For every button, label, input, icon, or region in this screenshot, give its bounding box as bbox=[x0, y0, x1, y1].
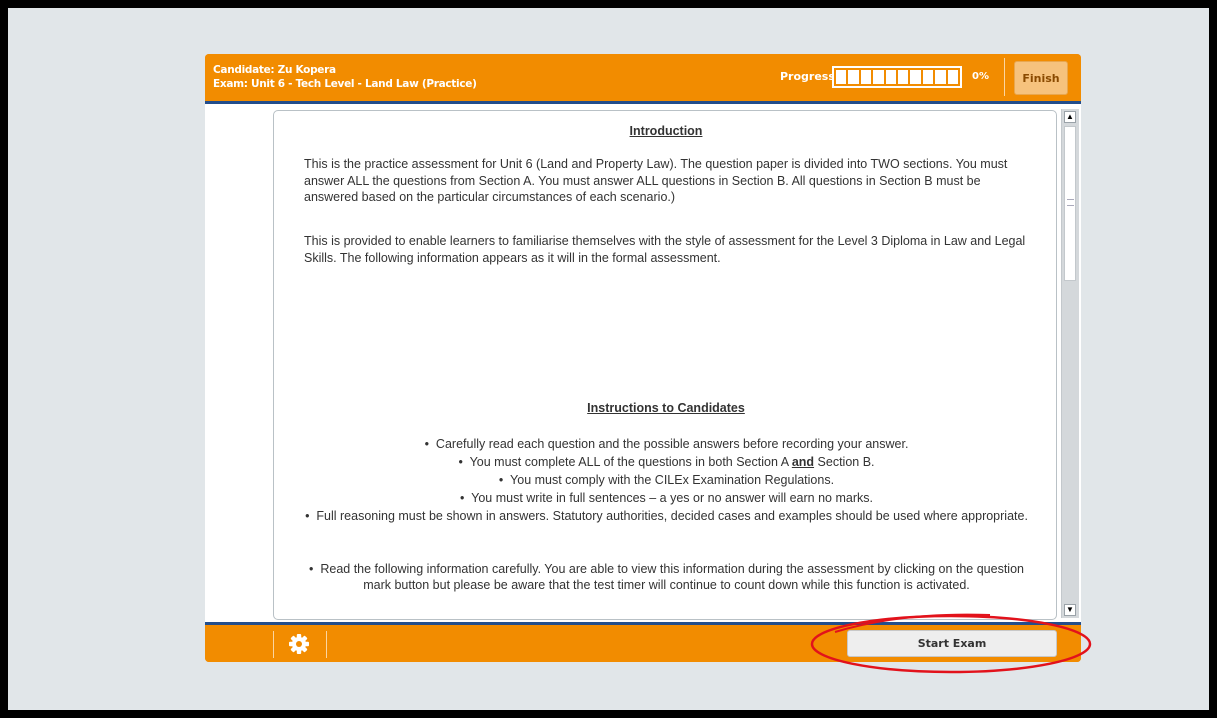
start-exam-button[interactable]: Start Exam bbox=[847, 630, 1057, 657]
settings-button[interactable] bbox=[287, 632, 311, 656]
scroll-up-arrow-icon[interactable]: ▲ bbox=[1064, 111, 1076, 123]
instruction-text: Full reasoning must be shown in answers.… bbox=[316, 509, 1028, 523]
instruction-item: • Carefully read each question and the p… bbox=[304, 436, 1029, 452]
exam-title: Exam: Unit 6 - Tech Level - Land Law (Pr… bbox=[213, 78, 477, 90]
exam-header: Candidate: Zu Kopera Exam: Unit 6 - Tech… bbox=[205, 54, 1081, 104]
exam-window: Candidate: Zu Kopera Exam: Unit 6 - Tech… bbox=[205, 54, 1081, 662]
instruction-item: • Full reasoning must be shown in answer… bbox=[304, 508, 1029, 524]
instruction-text: You must complete ALL of the questions i… bbox=[469, 455, 792, 469]
content-area: Introduction This is the practice assess… bbox=[205, 104, 1081, 622]
instruction-item: • You must write in full sentences – a y… bbox=[304, 490, 1029, 506]
instruction-item: • You must comply with the CILEx Examina… bbox=[304, 472, 1029, 488]
progress-percent: 0% bbox=[972, 71, 989, 82]
progress-bar bbox=[832, 66, 962, 88]
introduction-heading: Introduction bbox=[629, 124, 703, 138]
scrollbar-thumb[interactable] bbox=[1064, 126, 1076, 281]
instructions-heading: Instructions to Candidates bbox=[587, 401, 745, 415]
instruction-item: • Read the following information careful… bbox=[304, 561, 1029, 593]
scroll-down-arrow-icon[interactable]: ▼ bbox=[1064, 604, 1076, 616]
candidate-name: Candidate: Zu Kopera bbox=[213, 64, 336, 76]
intro-paragraph: This is provided to enable learners to f… bbox=[304, 234, 1026, 265]
bullet-marker: • bbox=[424, 437, 429, 451]
instruction-text: You must comply with the CILEx Examinati… bbox=[510, 473, 835, 487]
footer-divider bbox=[326, 631, 327, 658]
bullet-marker: • bbox=[460, 491, 465, 505]
header-divider bbox=[1004, 58, 1005, 96]
exam-footer: Start Exam bbox=[205, 622, 1081, 662]
instruction-text: Read the following information carefully… bbox=[320, 562, 1024, 592]
screen: Candidate: Zu Kopera Exam: Unit 6 - Tech… bbox=[8, 8, 1209, 710]
bullet-marker: • bbox=[458, 455, 463, 469]
scrollbar[interactable]: ▲ ▼ bbox=[1061, 109, 1079, 618]
instruction-text: Carefully read each question and the pos… bbox=[435, 437, 909, 451]
instruction-text: You must write in full sentences – a yes… bbox=[471, 491, 873, 505]
bullet-marker: • bbox=[498, 473, 504, 487]
bullet-marker: • bbox=[305, 509, 310, 523]
bullet-marker: • bbox=[309, 562, 314, 576]
intro-paragraph: This is the practice assessment for Unit… bbox=[304, 157, 1008, 204]
instruction-item: • You must complete ALL of the questions… bbox=[304, 454, 1029, 470]
instruction-emphasis: and bbox=[791, 455, 815, 469]
footer-divider bbox=[273, 631, 274, 658]
finish-button[interactable]: Finish bbox=[1014, 61, 1068, 95]
gear-icon bbox=[289, 634, 309, 654]
progress-label: Progress: bbox=[780, 70, 840, 83]
instruction-text: Section B. bbox=[814, 455, 875, 469]
document-panel[interactable]: Introduction This is the practice assess… bbox=[273, 110, 1057, 620]
scroll-grip-icon bbox=[1067, 199, 1074, 206]
